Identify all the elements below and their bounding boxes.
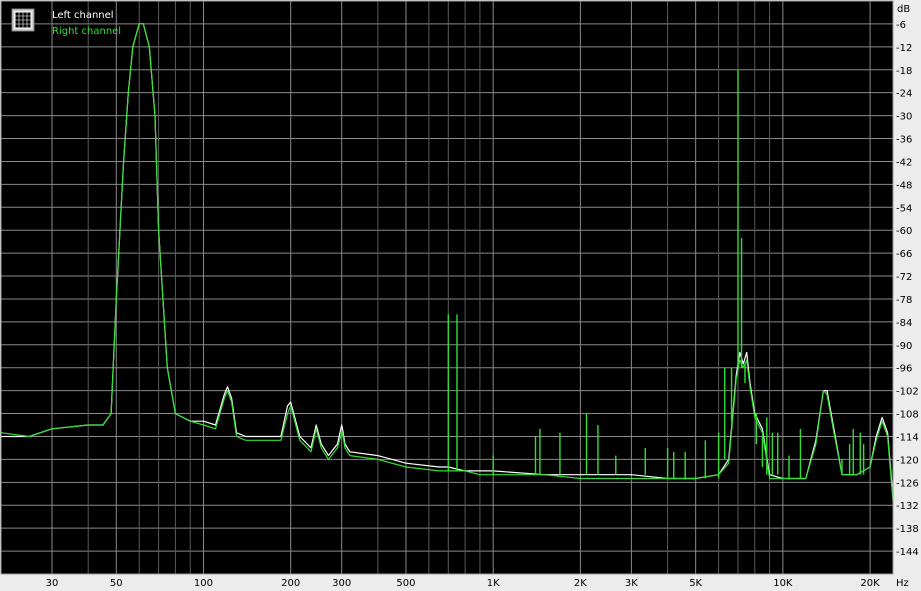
x-unit-label: Hz bbox=[896, 578, 909, 589]
y-tick-label: -72 bbox=[896, 272, 912, 283]
y-tick-label: -102 bbox=[896, 387, 919, 398]
x-axis: Hz 30 50 100 200 300 500 1K 2K 3K 5K 10K 20K bbox=[46, 578, 909, 589]
y-tick-label: -30 bbox=[896, 112, 912, 123]
x-tick-label: 1K bbox=[487, 578, 500, 589]
y-tick-label: -144 bbox=[896, 547, 919, 558]
y-tick-label: -60 bbox=[896, 226, 912, 237]
y-tick-label: -114 bbox=[896, 432, 919, 443]
y-tick-label: -132 bbox=[896, 501, 919, 512]
y-tick-label: -78 bbox=[896, 295, 912, 306]
y-tick-label: -12 bbox=[896, 43, 912, 54]
x-tick-label: 50 bbox=[110, 578, 123, 589]
x-tick-label: 500 bbox=[396, 578, 415, 589]
y-unit-label: dB bbox=[897, 4, 910, 15]
y-tick-label: -120 bbox=[896, 455, 919, 466]
legend-item-left: Left channel bbox=[52, 10, 114, 21]
y-tick-label: -18 bbox=[896, 66, 912, 77]
legend-item-right: Right channel bbox=[52, 26, 121, 37]
y-tick-label: -54 bbox=[896, 203, 912, 214]
x-tick-label: 10K bbox=[773, 578, 793, 589]
y-tick-label: -36 bbox=[896, 135, 912, 146]
y-tick-label: -24 bbox=[896, 89, 912, 100]
plot-area bbox=[1, 1, 893, 574]
chart-icon[interactable] bbox=[11, 8, 35, 32]
spectrum-chart: dB -6 -12 -18 -24 -30 -36 -42 -48 -54 -60 -66 -72 -7… bbox=[0, 0, 919, 589]
x-tick-label: 200 bbox=[281, 578, 300, 589]
x-tick-label: 2K bbox=[574, 578, 587, 589]
y-tick-label: -126 bbox=[896, 478, 919, 489]
x-tick-label: 30 bbox=[46, 578, 59, 589]
y-tick-label: -66 bbox=[896, 249, 912, 260]
x-tick-label: 20K bbox=[860, 578, 880, 589]
y-axis: dB -6 -12 -18 -24 -30 -36 -42 -48 -54 -60 -66 -72 -7… bbox=[896, 4, 919, 558]
x-tick-label: 100 bbox=[194, 578, 213, 589]
y-tick-label: -138 bbox=[896, 524, 919, 535]
x-tick-label: 300 bbox=[332, 578, 351, 589]
y-tick-label: -108 bbox=[896, 410, 919, 421]
y-tick-label: -42 bbox=[896, 157, 912, 168]
y-tick-label: -48 bbox=[896, 180, 912, 191]
y-tick-label: -90 bbox=[896, 341, 912, 352]
y-tick-label: -6 bbox=[896, 20, 906, 31]
y-tick-label: -96 bbox=[896, 364, 912, 375]
y-tick-label: -84 bbox=[896, 318, 912, 329]
x-tick-label: 5K bbox=[689, 578, 702, 589]
x-tick-label: 3K bbox=[625, 578, 638, 589]
